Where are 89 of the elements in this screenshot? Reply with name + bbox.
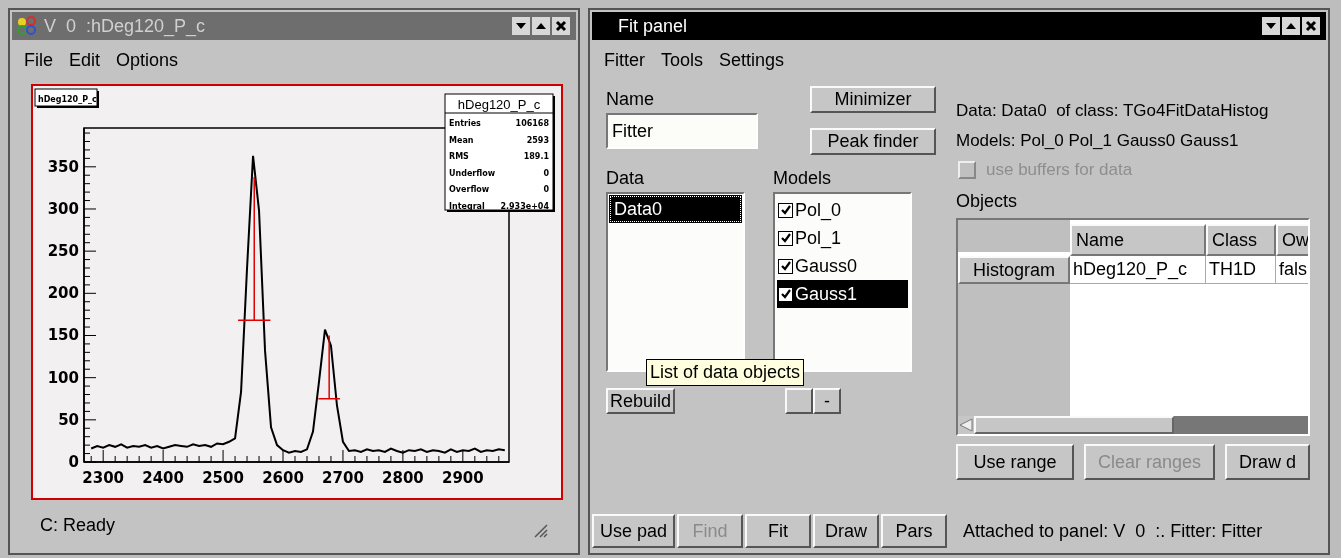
x-tick-label: 2700 xyxy=(322,469,364,487)
checkbox[interactable] xyxy=(778,286,793,302)
tooltip: List of data objects xyxy=(646,359,805,386)
x-tick-label: 2800 xyxy=(382,469,424,487)
stats-label: Integral xyxy=(449,202,485,211)
stats-label: Mean xyxy=(449,135,474,145)
close-icon[interactable] xyxy=(552,17,570,35)
menu-item[interactable]: Edit xyxy=(69,48,101,72)
menu-item[interactable]: Fitter xyxy=(604,48,645,72)
fit-marker xyxy=(317,334,341,400)
y-tick-label: 250 xyxy=(47,242,79,261)
y-tick-label: 150 xyxy=(47,326,79,345)
stats-label: Overflow xyxy=(449,185,490,195)
maximize-icon[interactable] xyxy=(1282,17,1300,35)
scrollbar-thumb[interactable] xyxy=(974,416,1174,434)
y-tick-label: 200 xyxy=(47,284,79,303)
status-text: Attached to panel: V 0 :. Fitter: Fitter xyxy=(963,520,1263,542)
action-button[interactable]: Fit xyxy=(745,514,812,548)
window-title: V 0 :hDeg120_P_c xyxy=(44,15,206,37)
name-field[interactable]: Fitter xyxy=(606,113,758,149)
close-icon[interactable] xyxy=(1302,17,1320,35)
remove-button[interactable]: - xyxy=(813,388,842,414)
histogram-title: hDeg120_P_c xyxy=(38,95,97,104)
stats-label: Underflow xyxy=(449,168,496,178)
x-tick-label: 2400 xyxy=(142,469,184,487)
name-label: Name xyxy=(606,88,655,110)
model-list-item[interactable]: Gauss0 xyxy=(777,252,908,280)
y-tick-label: 0 xyxy=(68,453,79,471)
y-tick-label: 50 xyxy=(58,410,79,429)
maximize-icon[interactable] xyxy=(532,17,550,35)
row-header[interactable]: Histogram xyxy=(958,256,1070,284)
action-button[interactable]: Pars xyxy=(881,514,948,548)
column-header[interactable]: Class xyxy=(1206,224,1276,256)
minimizer-button[interactable]: Minimizer xyxy=(810,86,936,113)
rebuild-button[interactable]: Rebuild xyxy=(606,388,676,414)
y-tick-label: 300 xyxy=(47,199,79,218)
model-name: Pol_1 xyxy=(795,227,842,249)
stats-title: hDeg120_P_c xyxy=(457,97,541,112)
stats-value: 2593 xyxy=(526,135,549,145)
checkbox[interactable] xyxy=(778,258,793,274)
models-info-text: Models: Pol_0 Pol_1 Gauss0 Gauss1 xyxy=(956,130,1240,152)
status-text: C: Ready xyxy=(40,514,116,536)
peak-finder-button[interactable]: Peak finder xyxy=(810,128,936,155)
action-button[interactable]: Use pad xyxy=(592,514,676,548)
models-label: Models xyxy=(773,167,833,189)
minimize-icon[interactable] xyxy=(1262,17,1280,35)
stats-value: 2.933e+04 xyxy=(500,202,549,211)
data-label: Data xyxy=(606,167,646,189)
stats-label: RMS xyxy=(449,152,469,162)
table-cell: TH1D xyxy=(1206,256,1276,284)
x-tick-label: 2300 xyxy=(82,469,125,487)
y-tick-label: 350 xyxy=(47,157,79,176)
table-cell: hDeg120_P_c xyxy=(1070,256,1206,284)
range-button[interactable]: Draw d xyxy=(1225,444,1310,480)
y-tick-label: 100 xyxy=(47,368,79,387)
action-button[interactable]: Draw xyxy=(813,514,880,548)
horizontal-scrollbar[interactable] xyxy=(958,416,1308,434)
menu-item[interactable]: File xyxy=(24,48,53,72)
stats-value: 106168 xyxy=(515,119,549,128)
range-button[interactable]: Use range xyxy=(956,444,1074,480)
column-header[interactable]: Name xyxy=(1070,224,1206,256)
scroll-left-icon[interactable] xyxy=(958,416,974,434)
menu-item[interactable]: Settings xyxy=(719,48,785,72)
resize-grip-icon[interactable] xyxy=(532,522,548,538)
model-list-item[interactable]: Gauss1 xyxy=(777,280,908,308)
objects-label: Objects xyxy=(956,190,1019,212)
x-tick-label: 2900 xyxy=(441,469,484,487)
checkbox[interactable] xyxy=(778,202,793,218)
stats-value: 0 xyxy=(543,185,549,195)
data-info-text: Data: Data0 of class: TGo4FitDataHistog xyxy=(956,100,1270,122)
stats-value: 189.1 xyxy=(523,152,549,162)
menu-item[interactable]: Options xyxy=(116,48,179,72)
checkbox[interactable] xyxy=(778,230,793,246)
model-name: Pol_0 xyxy=(795,199,842,221)
minimize-icon[interactable] xyxy=(512,17,530,35)
title-label-box xyxy=(34,88,99,108)
model-name: Gauss1 xyxy=(795,283,858,305)
menu-item[interactable]: Tools xyxy=(661,48,704,72)
table-cell: fals xyxy=(1276,256,1308,284)
model-list-item[interactable]: Pol_0 xyxy=(777,196,908,224)
stats-label: Entries xyxy=(449,119,481,128)
x-tick-label: 2500 xyxy=(202,469,244,487)
model-name: Gauss0 xyxy=(795,255,858,277)
data-list-item[interactable]: Data0 xyxy=(610,196,741,222)
stats-value: 0 xyxy=(543,168,549,178)
add-button[interactable] xyxy=(785,388,814,414)
x-tick-label: 2600 xyxy=(262,469,304,487)
window-title: Fit panel xyxy=(618,15,688,37)
model-list-item[interactable]: Pol_1 xyxy=(777,224,908,252)
